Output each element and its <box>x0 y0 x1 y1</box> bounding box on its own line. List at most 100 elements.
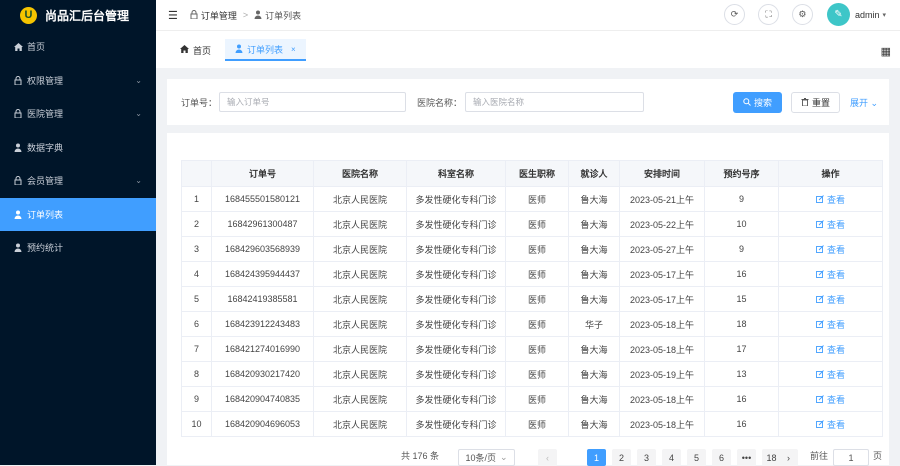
table-cell: 3 <box>181 236 212 262</box>
sidebar-item[interactable]: 会员管理 ⌄ <box>0 164 156 198</box>
table-cell: 7 <box>181 336 212 362</box>
table-cell: 医师 <box>505 261 569 287</box>
sidebar-item[interactable]: 医院管理 ⌄ <box>0 97 156 131</box>
tab-order-list[interactable]: 订单列表 × <box>225 39 306 61</box>
grid-icon[interactable]: ▦ <box>881 45 891 58</box>
sidebar-item-label: 订单列表 <box>27 209 64 220</box>
table-cell: 2023-05-18上午 <box>619 411 705 437</box>
order-number-label: 订单号： <box>181 97 218 108</box>
breadcrumb-item-current: 订单列表 <box>265 10 302 21</box>
table-cell: 168455501580121 <box>211 186 314 212</box>
sidebar-item[interactable]: 订单列表 <box>0 197 156 231</box>
reset-button[interactable]: 重置 <box>791 92 840 113</box>
table-header-row: 订单号 医院名称 科室名称 医生职称 就诊人 安排时间 预约号序 操作 <box>181 160 883 187</box>
table-cell: 医师 <box>505 411 569 437</box>
tab-label: 订单列表 <box>247 44 284 55</box>
table-cell: 168420930217420 <box>211 361 314 387</box>
table-cell: 鲁大海 <box>568 261 620 287</box>
goto-label: 前往 <box>810 451 829 461</box>
order-number-input[interactable]: 输入订单号 <box>219 92 406 112</box>
page-number-button[interactable]: 2 <box>612 449 631 466</box>
hospital-name-input[interactable]: 输入医院名称 <box>465 92 644 112</box>
table-cell: 13 <box>704 361 779 387</box>
table-cell: 北京人民医院 <box>313 311 407 337</box>
breadcrumb-item[interactable]: 订单管理 <box>201 9 237 22</box>
view-button[interactable]: 查看 <box>778 336 883 362</box>
fullscreen-icon[interactable]: ⛶ <box>757 4 779 25</box>
table-cell: 多发性硬化专科门诊 <box>406 186 506 212</box>
user-icon <box>254 10 262 21</box>
prev-page-button[interactable]: ‹ <box>538 449 557 466</box>
page-number-button[interactable]: 5 <box>687 449 706 466</box>
page-number-button[interactable]: 4 <box>662 449 681 466</box>
view-button[interactable]: 查看 <box>778 286 883 312</box>
table-cell: 16 <box>704 386 779 412</box>
refresh-icon[interactable]: ⟳ <box>723 4 745 25</box>
table-cell: 10 <box>704 211 779 237</box>
table-row: 10 168420904696053 北京人民医院 多发性硬化专科门诊 医师 鲁大海 202… <box>181 411 883 437</box>
next-page-button[interactable]: › <box>779 449 798 466</box>
page-number-button[interactable]: 6 <box>712 449 731 466</box>
goto-page-input[interactable]: 1 <box>833 449 869 466</box>
search-button[interactable]: 搜索 <box>733 92 782 113</box>
view-button[interactable]: 查看 <box>778 236 883 262</box>
chevron-down-icon: ⌄ <box>499 452 508 462</box>
sidebar-item[interactable]: 预约统计 <box>0 231 156 265</box>
view-button[interactable]: 查看 <box>778 186 883 212</box>
user-icon <box>11 243 25 253</box>
edit-icon <box>816 244 824 255</box>
main-area: ☰ 订单管理 > 订单列表 ⟳ ⛶ ⚙ ✎ admin ▾ 首页 订单列表 × … <box>156 0 900 466</box>
table-cell: 北京人民医院 <box>313 211 407 237</box>
table-cell: 华子 <box>568 311 620 337</box>
more-pages-icon[interactable]: ••• <box>737 449 756 466</box>
sidebar-item[interactable]: 权限管理 ⌄ <box>0 64 156 98</box>
table-cell: 多发性硬化专科门诊 <box>406 286 506 312</box>
logo-icon: U <box>20 6 37 24</box>
sidebar-menu: 首页 权限管理 ⌄ 医院管理 ⌄ 数据字典 会员管理 ⌄ 订单列表预约统计 <box>0 30 156 265</box>
table-cell: 8 <box>181 361 212 387</box>
table-cell: 168423912243483 <box>211 311 314 337</box>
menu-toggle-icon[interactable]: ☰ <box>168 9 178 22</box>
edit-icon <box>816 419 824 430</box>
avatar[interactable]: ✎ <box>826 3 850 26</box>
view-button[interactable]: 查看 <box>778 261 883 287</box>
view-button[interactable]: 查看 <box>778 211 883 237</box>
table-cell: 鲁大海 <box>568 336 620 362</box>
expand-toggle[interactable]: 展开 ⌄ <box>850 96 878 109</box>
gear-icon[interactable]: ⚙ <box>791 4 813 25</box>
close-icon[interactable]: × <box>291 45 296 54</box>
view-button[interactable]: 查看 <box>778 386 883 412</box>
tab-home[interactable]: 首页 <box>170 39 221 61</box>
search-icon <box>743 97 751 108</box>
chevron-down-icon[interactable]: ▾ <box>882 11 886 19</box>
username[interactable]: admin <box>855 10 880 20</box>
logo: U 尚品汇后台管理 <box>0 0 156 30</box>
table-cell: 北京人民医院 <box>313 411 407 437</box>
page-number-button[interactable]: 1 <box>587 449 606 466</box>
table-cell: 6 <box>181 311 212 337</box>
view-button[interactable]: 查看 <box>778 411 883 437</box>
table-cell: 4 <box>181 261 212 287</box>
table-cell: 医师 <box>505 236 569 262</box>
order-table: 订单号 医院名称 科室名称 医生职称 就诊人 安排时间 预约号序 操作 1 1684555015… <box>181 160 883 437</box>
lock-icon <box>190 9 198 21</box>
sidebar-item[interactable]: 数据字典 <box>0 131 156 165</box>
table-cell: 多发性硬化专科门诊 <box>406 261 506 287</box>
chevron-down-icon: ⌄ <box>135 176 142 186</box>
page-number-button[interactable]: 3 <box>637 449 656 466</box>
view-button[interactable]: 查看 <box>778 361 883 387</box>
sidebar-item-label: 预约统计 <box>27 243 64 254</box>
column-header: 操作 <box>778 160 883 187</box>
table-cell: 医师 <box>505 336 569 362</box>
lock-icon <box>11 176 25 186</box>
page-size-select[interactable]: 10条/页 ⌄ <box>458 449 515 466</box>
table-cell: 鲁大海 <box>568 386 620 412</box>
view-button[interactable]: 查看 <box>778 311 883 337</box>
table-cell: 2023-05-18上午 <box>619 386 705 412</box>
sidebar-item[interactable]: 首页 <box>0 30 156 64</box>
table-cell: 1 <box>181 186 212 212</box>
order-table-card: 订单号 医院名称 科室名称 医生职称 就诊人 安排时间 预约号序 操作 1 1684555015… <box>167 133 889 466</box>
trash-icon <box>801 97 809 108</box>
table-cell: 9 <box>704 236 779 262</box>
table-row: 9 168420904740835 北京人民医院 多发性硬化专科门诊 医师 鲁大海 2023… <box>181 386 883 412</box>
